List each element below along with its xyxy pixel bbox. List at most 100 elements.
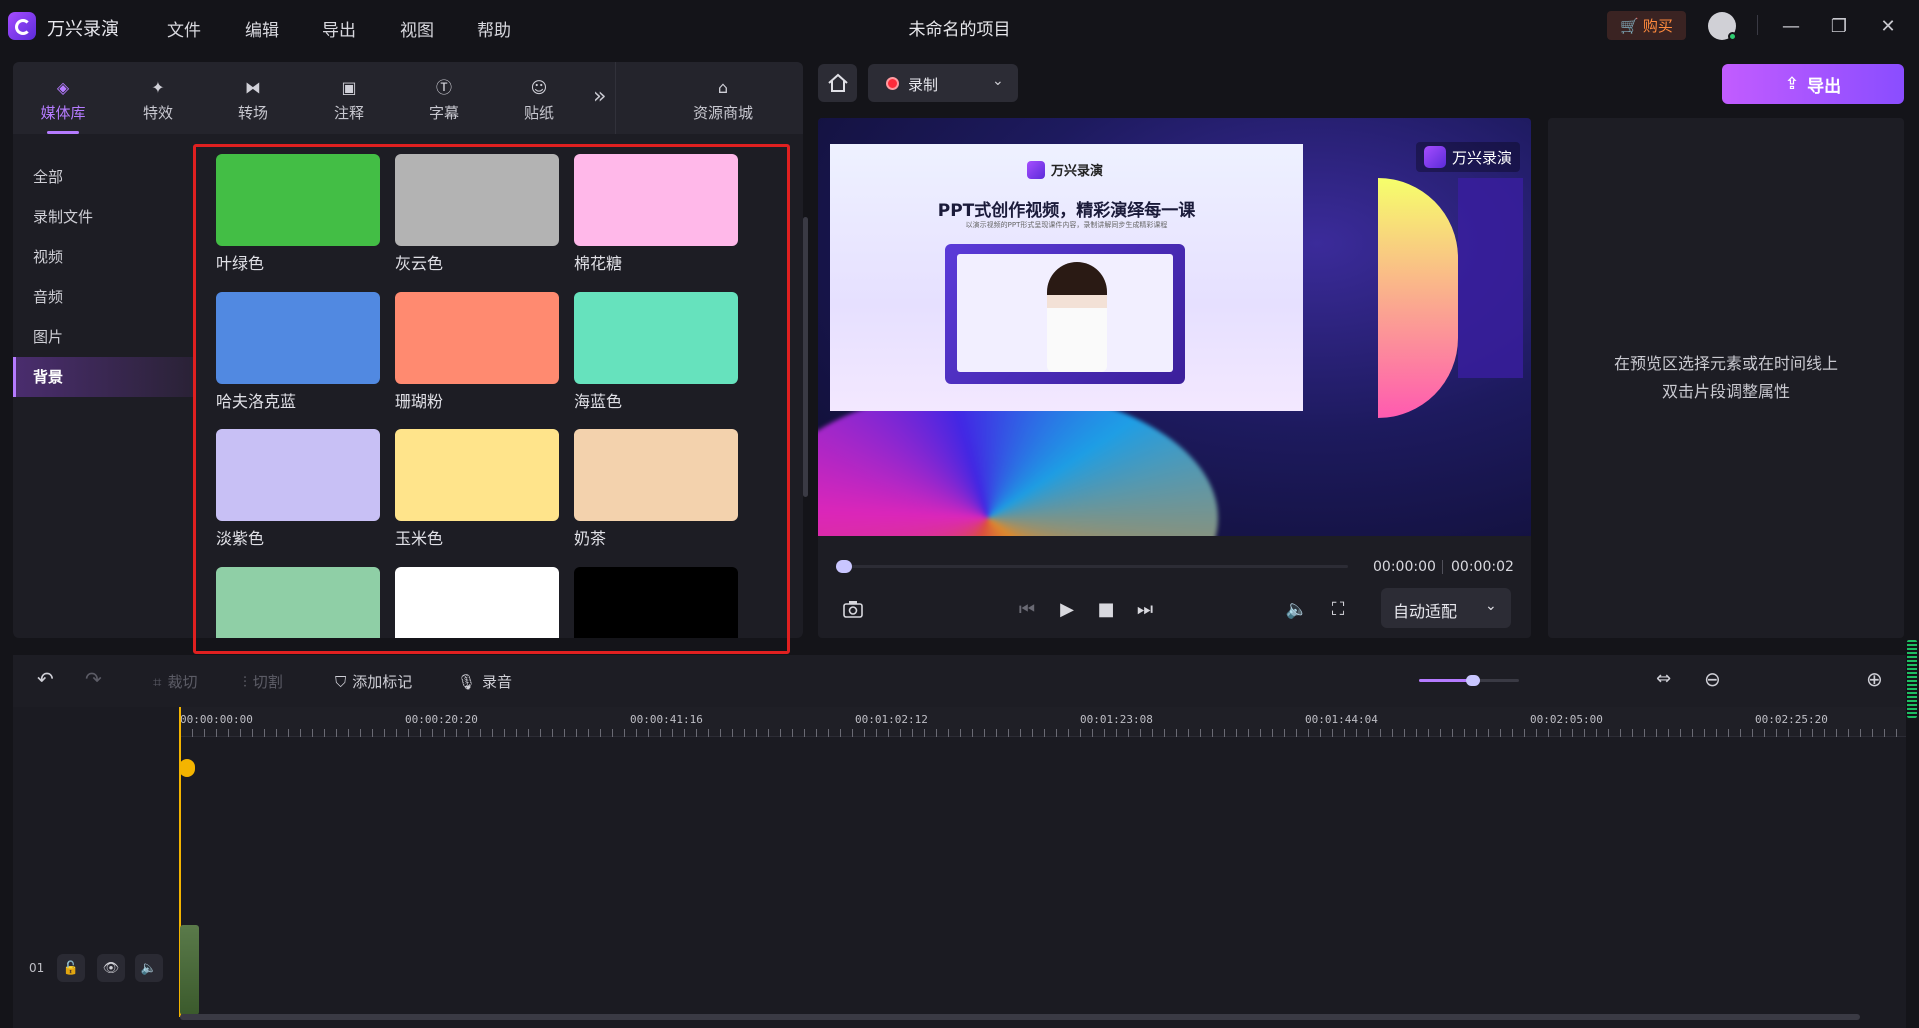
properties-panel: 在预览区选择元素或在时间线上 双击片段调整属性 bbox=[1548, 118, 1904, 638]
swatch-card[interactable]: 叶绿色 bbox=[216, 154, 380, 274]
swatch-preview bbox=[216, 429, 380, 521]
swatch-card[interactable]: 棉花糖 bbox=[574, 154, 738, 274]
menu-view[interactable]: 视图 bbox=[400, 16, 434, 41]
playback-progress-track[interactable] bbox=[838, 565, 1348, 568]
next-frame-icon[interactable]: ⏭ bbox=[1132, 596, 1158, 622]
record-mode-select[interactable]: 录制 ⌄ bbox=[868, 64, 1018, 102]
tab-label: 贴纸 bbox=[523, 104, 554, 122]
timeline-ruler[interactable]: 00:00:00:00 00:00:20:20 00:00:41:16 00:0… bbox=[180, 707, 1906, 737]
sidebar-item-backgrounds[interactable]: 背景 bbox=[13, 357, 193, 397]
swatch-card[interactable]: 哈夫洛克蓝 bbox=[216, 292, 380, 412]
export-label: 导出 bbox=[1807, 76, 1842, 97]
undo-icon[interactable]: ↶ bbox=[37, 667, 54, 691]
swatch-card[interactable]: 珊瑚粉 bbox=[395, 292, 559, 412]
stop-icon[interactable]: ■ bbox=[1093, 596, 1119, 622]
fullscreen-icon[interactable]: ⛶ bbox=[1325, 596, 1351, 622]
slide-brand: 万兴录演 bbox=[1027, 160, 1103, 179]
microphone-icon: 🎙 bbox=[457, 672, 477, 691]
total-time: 00:00:02 bbox=[1451, 559, 1514, 575]
swatch-card[interactable]: 海蓝色 bbox=[574, 292, 738, 412]
add-marker-button[interactable]: ⛉ 添加标记 bbox=[335, 671, 412, 692]
swatch-card[interactable] bbox=[574, 567, 738, 638]
zoom-slider-knob[interactable] bbox=[1466, 675, 1480, 686]
swatch-card[interactable]: 奶茶 bbox=[574, 429, 738, 549]
app-logo-icon bbox=[8, 12, 36, 40]
media-tab-bar: ◈ 媒体库 ✦ 特效 ⧓ 转场 ▣ 注释 Ⓣ 字幕 ☺ 贴纸 » ⌂ 资源商城 bbox=[13, 62, 803, 134]
swatch-card[interactable]: 玉米色 bbox=[395, 429, 559, 549]
restore-icon[interactable]: ❐ bbox=[1825, 12, 1853, 40]
sparkle-icon: ✦ bbox=[151, 78, 165, 97]
title-bar: 万兴录演 文件 编辑 导出 视图 帮助 未命名的项目 🛒 购买 — ❐ ✕ bbox=[0, 0, 1919, 52]
background-shape bbox=[1378, 178, 1458, 418]
mute-icon[interactable]: 🔈 bbox=[135, 954, 163, 982]
fit-mode-select[interactable]: 自动适配 ⌄ bbox=[1381, 588, 1511, 628]
buy-button[interactable]: 🛒 购买 bbox=[1607, 11, 1686, 40]
menu-edit[interactable]: 编辑 bbox=[245, 16, 279, 41]
upload-icon: ⇪ bbox=[1784, 74, 1800, 94]
volume-icon[interactable]: 🔈 bbox=[1284, 596, 1310, 622]
playhead-handle-icon[interactable] bbox=[179, 759, 195, 777]
sidebar-item-video[interactable]: 视频 bbox=[13, 237, 193, 277]
tab-stickers[interactable]: ☺ 贴纸 bbox=[499, 72, 579, 128]
redo-icon[interactable]: ↷ bbox=[85, 667, 102, 691]
menu-help[interactable]: 帮助 bbox=[477, 16, 511, 41]
home-button[interactable] bbox=[818, 64, 857, 102]
zoom-out-icon[interactable]: ⊖ bbox=[1704, 667, 1721, 691]
swatch-scrollbar[interactable] bbox=[803, 217, 808, 497]
swatch-card[interactable] bbox=[216, 567, 380, 638]
screenshot-icon[interactable] bbox=[840, 596, 866, 622]
more-tabs-icon[interactable]: » bbox=[593, 84, 606, 109]
minimize-icon[interactable]: — bbox=[1777, 12, 1805, 40]
record-label: 录制 bbox=[908, 76, 939, 94]
tab-label: 资源商城 bbox=[692, 104, 753, 122]
presenter-figure bbox=[1047, 262, 1107, 372]
app-logo-icon bbox=[1027, 160, 1045, 179]
swatch-card[interactable]: 灰云色 bbox=[395, 154, 559, 274]
play-icon[interactable]: ▶ bbox=[1054, 596, 1080, 622]
tab-subtitles[interactable]: Ⓣ 字幕 bbox=[404, 72, 484, 128]
ruler-label: 00:00:41:16 bbox=[630, 713, 703, 726]
swatch-preview bbox=[216, 154, 380, 246]
tab-effects[interactable]: ✦ 特效 bbox=[118, 72, 198, 128]
lock-icon[interactable]: 🔓 bbox=[57, 954, 85, 982]
close-icon[interactable]: ✕ bbox=[1874, 12, 1902, 40]
slide-subtitle: 以演示视频的PPT形式呈现课件内容，录制讲解同步生成精彩课程 bbox=[965, 221, 1168, 229]
user-avatar-icon[interactable] bbox=[1708, 12, 1737, 41]
track-number: 01 bbox=[29, 961, 45, 975]
timeline-scrollbar[interactable] bbox=[180, 1014, 1860, 1020]
sidebar-item-audio[interactable]: 音频 bbox=[13, 277, 193, 317]
slide-image[interactable]: 万兴录演 PPT式创作视频，精彩演绎每一课 以演示视频的PPT形式呈现课件内容，… bbox=[830, 144, 1303, 411]
split-button[interactable]: ⫶ 切割 bbox=[243, 671, 283, 692]
playback-progress-knob[interactable] bbox=[836, 560, 852, 573]
tab-label: 转场 bbox=[237, 104, 268, 122]
slide-monitor-screen bbox=[957, 254, 1173, 372]
swatch-card[interactable] bbox=[395, 567, 559, 638]
swatch-label: 棉花糖 bbox=[574, 254, 623, 273]
swatch-card[interactable]: 淡紫色 bbox=[216, 429, 380, 549]
eye-icon[interactable]: 👁 bbox=[97, 954, 125, 982]
previous-frame-icon[interactable]: ⏮ bbox=[1014, 596, 1040, 622]
crop-button[interactable]: ⌗ 裁切 bbox=[153, 671, 197, 692]
zoom-in-icon[interactable]: ⊕ bbox=[1866, 667, 1883, 691]
menu-export[interactable]: 导出 bbox=[322, 16, 356, 41]
tab-media-library[interactable]: ◈ 媒体库 bbox=[23, 72, 103, 134]
swatch-label: 淡紫色 bbox=[216, 529, 265, 548]
tab-transitions[interactable]: ⧓ 转场 bbox=[213, 72, 293, 128]
app-logo-icon bbox=[1424, 146, 1446, 168]
current-time: 00:00:00 bbox=[1373, 559, 1436, 575]
tab-label: 注释 bbox=[333, 104, 364, 122]
split-icon: ⫶ bbox=[243, 672, 247, 691]
tab-resource-store[interactable]: ⌂ 资源商城 bbox=[668, 72, 778, 128]
menu-file[interactable]: 文件 bbox=[167, 16, 201, 41]
timeline-clip[interactable] bbox=[180, 925, 199, 1015]
preview-canvas[interactable]: 万兴录演 万兴录演 PPT式创作视频，精彩演绎每一课 以演示视频的PPT形式呈现… bbox=[818, 118, 1531, 536]
sidebar-item-images[interactable]: 图片 bbox=[13, 317, 193, 357]
record-audio-button[interactable]: 🎙 录音 bbox=[457, 671, 512, 692]
ruler-label: 00:01:44:04 bbox=[1305, 713, 1378, 726]
ruler-label: 00:02:25:20 bbox=[1755, 713, 1828, 726]
export-button[interactable]: ⇪ 导出 bbox=[1722, 64, 1904, 104]
fit-timeline-icon[interactable]: ⇔ bbox=[1656, 668, 1671, 689]
sidebar-item-all[interactable]: 全部 bbox=[13, 157, 193, 197]
sidebar-item-recordings[interactable]: 录制文件 bbox=[13, 197, 193, 237]
tab-annotations[interactable]: ▣ 注释 bbox=[309, 72, 389, 128]
